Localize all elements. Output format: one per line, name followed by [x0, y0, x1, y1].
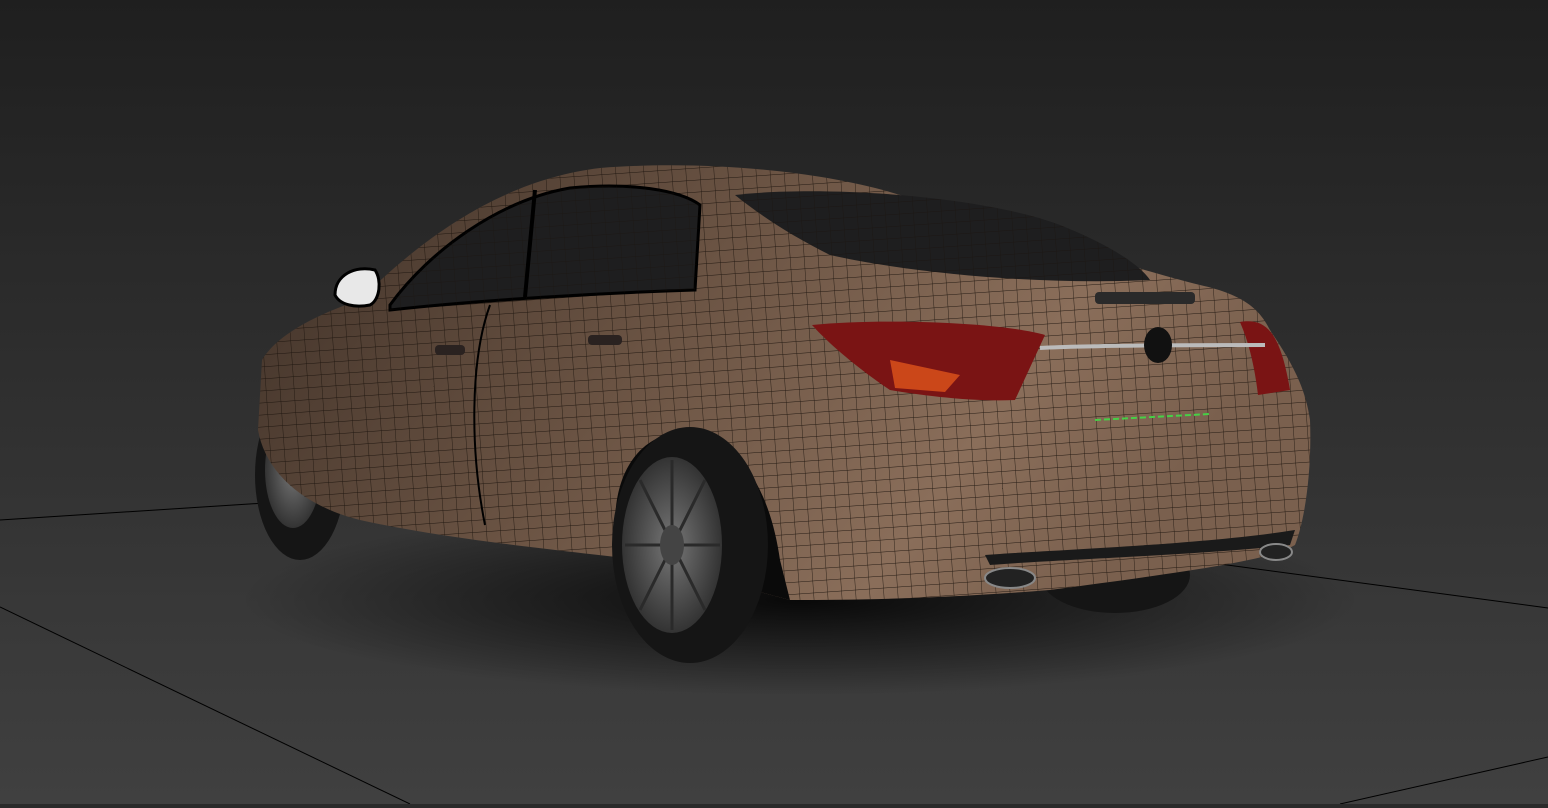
brake-light — [1095, 292, 1195, 304]
exhaust-left — [984, 567, 1036, 589]
brand-badge — [1144, 327, 1172, 363]
viewport-canvas[interactable] — [0, 0, 1548, 805]
exhaust-right — [1259, 543, 1293, 561]
door-handle — [435, 345, 465, 355]
3d-viewport[interactable] — [0, 0, 1548, 805]
door-handle — [588, 335, 622, 345]
wheel-hub — [660, 525, 684, 565]
